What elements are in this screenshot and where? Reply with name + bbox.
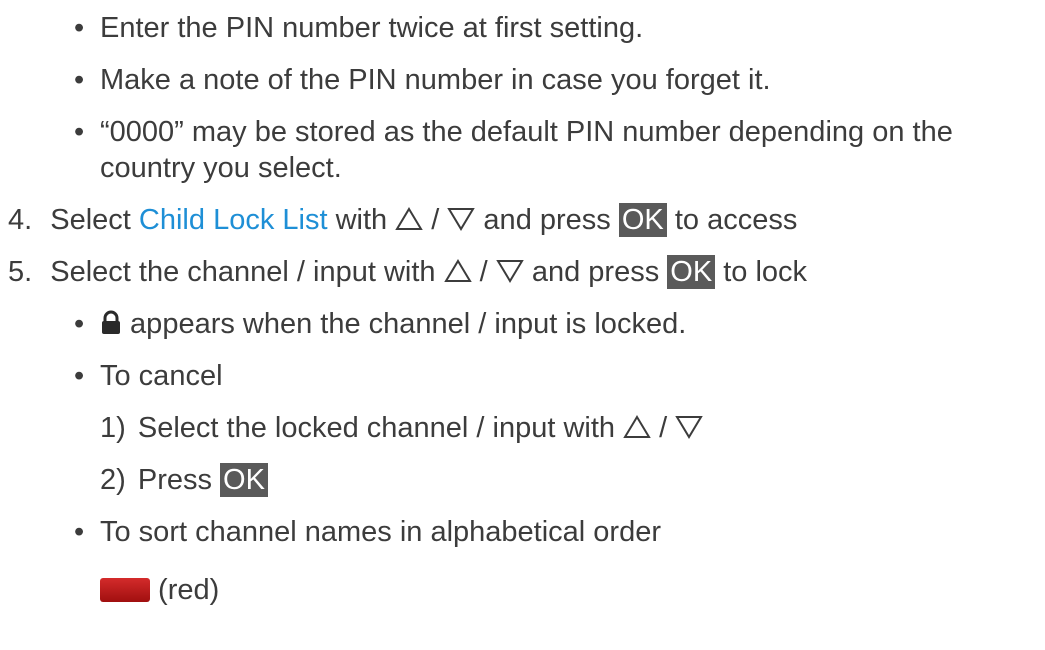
up-triangle-icon [395, 207, 423, 231]
bullet-text: Make a note of the PIN number in case yo… [100, 64, 771, 96]
bullet-text-continued: country you select. [100, 152, 342, 184]
bullet-item: • [74, 306, 84, 342]
red-button-icon [100, 577, 150, 602]
step-text: Select [50, 204, 139, 236]
cancel-substep-2: 2) Press OK [100, 462, 268, 498]
substep-text: Select the locked channel / input with [137, 412, 624, 444]
cancel-substep-1: 1) Select the locked channel / input wit… [100, 410, 704, 446]
down-triangle-icon [675, 416, 704, 440]
bullet-item: • [74, 514, 84, 550]
cancel-label: To cancel [100, 360, 223, 392]
ok-button-label: OK [667, 255, 716, 289]
up-triangle-icon [623, 415, 651, 439]
step-text: Select the channel / input with [50, 256, 444, 288]
down-triangle-icon [447, 208, 476, 232]
bullet-text: Enter the PIN number twice at first sett… [100, 12, 644, 44]
bullet-dot-icon: • [74, 64, 85, 96]
red-button-row: (red) [100, 572, 219, 608]
down-triangle-icon [496, 260, 524, 284]
bullet-item: • [74, 358, 84, 394]
bullet-item: • [74, 62, 84, 98]
lock-note: appears when the channel / input is lock… [100, 306, 686, 342]
substep-text: Press [137, 464, 221, 496]
ok-button-label: OK [220, 463, 268, 497]
bullet-dot-icon: • [74, 516, 85, 548]
bullet-text: “0000” may be stored as the default PIN … [100, 116, 953, 148]
bullet-item: • [74, 114, 84, 150]
lock-note-text: appears when the channel / input is lock… [122, 308, 687, 340]
step-number: 5. [8, 256, 33, 288]
substep-number: 1) [100, 412, 126, 444]
up-triangle-icon [443, 259, 472, 283]
sort-label: To sort channel names in alphabetical or… [100, 516, 661, 548]
step-number: 4. [8, 204, 33, 236]
child-lock-list-link[interactable]: Child Lock List [139, 204, 328, 236]
bullet-item: • [74, 10, 84, 46]
ok-button-label: OK [618, 203, 667, 237]
substep-number: 2) [100, 464, 126, 496]
bullet-dot-icon: • [74, 12, 85, 44]
bullet-dot-icon: • [74, 308, 85, 340]
padlock-icon [102, 310, 120, 334]
bullet-dot-icon: • [74, 116, 85, 148]
step-5: 5. Select the channel / input with / and… [8, 255, 808, 289]
step-4: 4. Select Child Lock List with / and pre… [8, 203, 798, 237]
red-button-text: (red) [150, 574, 220, 606]
bullet-dot-icon: • [74, 360, 85, 392]
